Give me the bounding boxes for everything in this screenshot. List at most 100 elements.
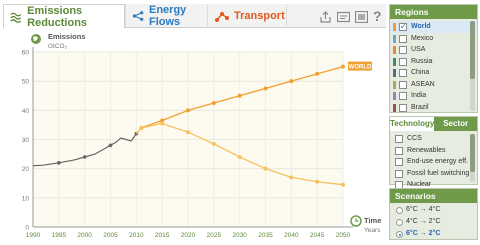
- scenario-option[interactable]: 6°C → 4°C: [390, 204, 477, 216]
- region-checkbox[interactable]: [399, 80, 407, 89]
- scenario-point: [263, 86, 268, 91]
- region-item[interactable]: USA: [390, 44, 477, 56]
- scenario-option[interactable]: 4°C → 2°C: [390, 216, 477, 228]
- y-tick-label: 10: [22, 195, 30, 202]
- y-tick-label: 40: [22, 108, 30, 115]
- technology-item[interactable]: CCS: [390, 133, 477, 145]
- emissions-chart: 0 10 20 30 40 50 60 1990 1995 2000 2005 2010 2015 202…: [3, 29, 386, 243]
- technology-checkbox[interactable]: [395, 146, 403, 155]
- scenario-radio[interactable]: [396, 219, 403, 226]
- region-color-swatch: [393, 23, 396, 31]
- region-item[interactable]: ASEAN: [390, 79, 477, 91]
- regions-scroll-thumb[interactable]: [470, 21, 475, 79]
- chart-grid: [32, 51, 344, 228]
- tab-bar: Emissions Reductions Energy Flows Transp…: [3, 4, 386, 29]
- y-tick-label: 30: [22, 137, 30, 144]
- technology-scroll-thumb[interactable]: [470, 134, 475, 172]
- technology-checkbox[interactable]: [395, 169, 403, 178]
- scenario-point: [139, 125, 144, 130]
- scenario-point: [289, 79, 294, 84]
- world-series-label: WORLD: [349, 65, 372, 71]
- scenario-radio[interactable]: [396, 207, 403, 214]
- time-clock-icon: [350, 215, 362, 227]
- regions-title: Regions: [390, 5, 477, 19]
- y-tick-label: 20: [22, 166, 30, 173]
- region-checkbox[interactable]: [399, 92, 407, 100]
- fullscreen-icon[interactable]: [355, 11, 368, 23]
- x-tick-label: 2040: [284, 232, 299, 239]
- region-checkbox[interactable]: [399, 69, 407, 77]
- scenario-point: [263, 166, 268, 171]
- scenario-label: 4°C → 2°C: [406, 218, 441, 225]
- x-tick-label: 2000: [77, 232, 92, 239]
- tab-label: Transport: [234, 10, 285, 22]
- y-axis-unit: GtCO₂: [48, 43, 68, 50]
- region-color-swatch: [393, 80, 396, 89]
- scenario-label: 6°C → 2°C: [406, 230, 441, 237]
- region-item[interactable]: Brazil: [390, 102, 477, 114]
- tab-emissions-reductions[interactable]: Emissions Reductions: [3, 4, 125, 29]
- tab-sector[interactable]: Sector: [434, 117, 477, 131]
- region-item[interactable]: China: [390, 67, 477, 79]
- region-color-swatch: [393, 92, 396, 100]
- scenario-point: [211, 101, 216, 106]
- scenario-option[interactable]: 6°C → 2°C: [390, 228, 477, 240]
- tab-technology[interactable]: Technology: [390, 117, 435, 131]
- region-item[interactable]: World: [390, 21, 477, 33]
- region-color-swatch: [393, 69, 396, 77]
- x-tick-label: 1990: [26, 232, 41, 239]
- scenario-point: [237, 93, 242, 98]
- regions-scrollbar[interactable]: [470, 21, 475, 111]
- x-tick-label: 2030: [232, 232, 247, 239]
- tab-energy-flows[interactable]: Energy Flows: [125, 4, 207, 28]
- scenario-point: [315, 179, 320, 184]
- x-tick-label: 1995: [52, 232, 67, 239]
- technology-scrollbar[interactable]: [470, 134, 475, 182]
- region-label: World: [411, 23, 431, 30]
- x-axis-label: Time: [364, 216, 381, 225]
- x-tick-label: 2010: [129, 232, 144, 239]
- region-color-swatch: [393, 46, 396, 54]
- technology-item[interactable]: End-use energy eff.: [390, 156, 477, 168]
- energy-flows-icon: [132, 11, 144, 21]
- y-tick-label: 0: [25, 225, 29, 232]
- scenario-point: [315, 71, 320, 76]
- technology-checkbox[interactable]: [395, 135, 403, 143]
- region-checkbox[interactable]: [399, 34, 407, 43]
- x-tick-label: 2045: [310, 232, 325, 239]
- scenarios-list: 6°C → 4°C 4°C → 2°C 6°C → 2°C: [390, 203, 477, 240]
- region-checkbox[interactable]: [399, 57, 407, 66]
- region-checkbox[interactable]: [399, 21, 407, 33]
- embed-icon[interactable]: [337, 11, 350, 23]
- help-icon[interactable]: ?: [373, 8, 382, 24]
- emissions-globe-icon: [31, 34, 41, 44]
- scenario-point: [186, 130, 190, 135]
- region-checkbox[interactable]: [399, 46, 407, 54]
- share-icon[interactable]: [319, 11, 332, 23]
- technology-item[interactable]: Fossil fuel switching: [390, 168, 477, 180]
- transport-icon: [215, 12, 229, 22]
- regions-list: World Mexico USA Russia China ASEAN India Brazi…: [390, 19, 477, 113]
- region-label: India: [411, 92, 427, 99]
- scenario-point: [160, 121, 165, 126]
- historical-point: [108, 143, 113, 148]
- chart-svg: 01020304050601990 1995 2000 2005 2010 2015 202…: [22, 32, 382, 239]
- technology-item[interactable]: Renewables: [390, 145, 477, 157]
- y-tick-label: 60: [22, 50, 30, 57]
- region-checkbox[interactable]: [399, 103, 407, 112]
- scenario-point: [211, 141, 216, 146]
- region-item[interactable]: Mexico: [390, 33, 477, 45]
- region-label: ASEAN: [411, 80, 435, 88]
- x-tick-label: 2035: [258, 232, 273, 239]
- region-color-swatch: [393, 57, 396, 66]
- scenario-label: 6°C → 4°C: [406, 206, 441, 213]
- scenario-radio[interactable]: [396, 231, 403, 238]
- tab-transport[interactable]: Transport: [207, 4, 287, 28]
- region-item[interactable]: Russia: [390, 56, 477, 68]
- app-frame: Emissions Reductions Energy Flows Transp…: [0, 0, 480, 245]
- technology-checkbox[interactable]: [395, 158, 403, 166]
- x-axis-unit: Years: [364, 227, 381, 234]
- tab-label: Energy Flows: [148, 4, 187, 28]
- scenario-point: [237, 155, 242, 159]
- region-item[interactable]: India: [390, 90, 477, 102]
